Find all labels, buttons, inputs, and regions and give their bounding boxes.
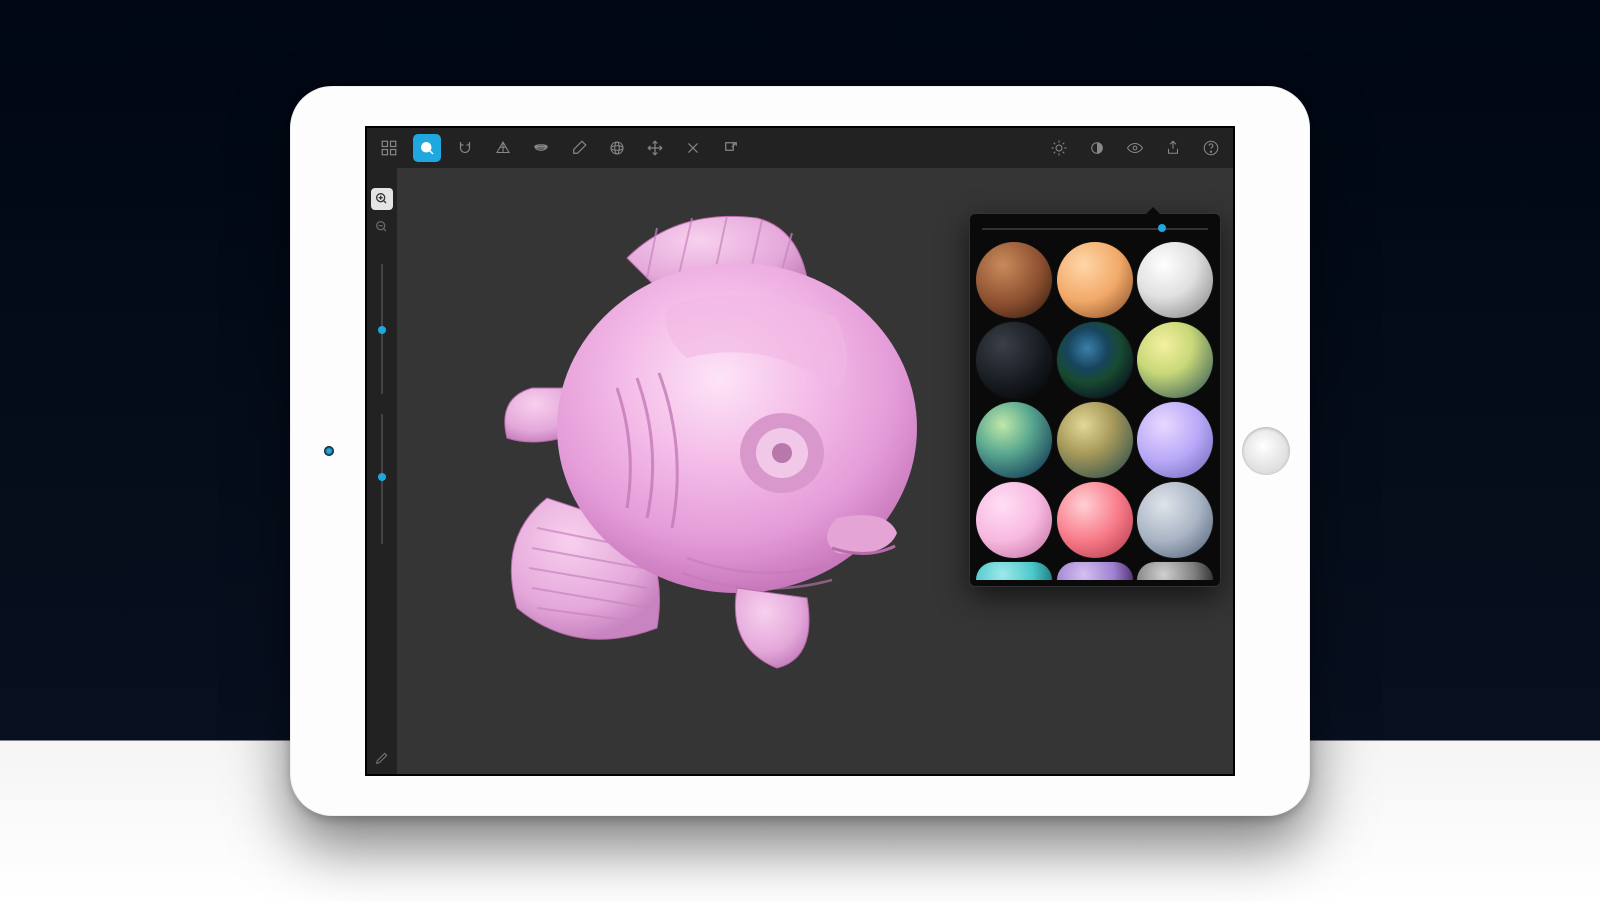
mat-purple[interactable]	[1057, 562, 1133, 580]
mat-bronze[interactable]	[976, 242, 1052, 318]
mat-cyan[interactable]	[976, 562, 1052, 580]
share-icon[interactable]	[1159, 134, 1187, 162]
ipad-device	[290, 86, 1310, 816]
material-popover	[969, 213, 1221, 587]
zoom-in-button[interactable]	[371, 188, 393, 210]
mat-pink[interactable]	[976, 482, 1052, 558]
mat-peach[interactable]	[1057, 242, 1133, 318]
mat-coral[interactable]	[1057, 482, 1133, 558]
material-grid	[976, 242, 1214, 580]
zoom-out-button[interactable]	[371, 216, 393, 238]
material-intensity-slider[interactable]	[982, 222, 1208, 236]
camera-icon	[324, 446, 334, 456]
top-toolbar	[367, 128, 1233, 168]
move-icon[interactable]	[641, 134, 669, 162]
pencil-icon[interactable]	[374, 750, 390, 766]
light-icon[interactable]	[1045, 134, 1073, 162]
mat-teal[interactable]	[976, 402, 1052, 478]
sphere-icon[interactable]	[603, 134, 631, 162]
bowl-icon[interactable]	[527, 134, 555, 162]
mat-gray[interactable]	[1137, 562, 1213, 580]
help-icon[interactable]	[1197, 134, 1225, 162]
sculpt-model	[437, 188, 957, 708]
grid-icon[interactable]	[375, 134, 403, 162]
triangle-icon[interactable]	[489, 134, 517, 162]
search-icon[interactable]	[413, 134, 441, 162]
cross-icon[interactable]	[679, 134, 707, 162]
mat-yellow[interactable]	[1137, 322, 1213, 398]
eraser-icon[interactable]	[565, 134, 593, 162]
mat-olive[interactable]	[1057, 402, 1133, 478]
eye-icon[interactable]	[1121, 134, 1149, 162]
mat-dark[interactable]	[976, 322, 1052, 398]
mat-earth[interactable]	[1057, 322, 1133, 398]
mat-white[interactable]	[1137, 242, 1213, 318]
mat-steel[interactable]	[1137, 482, 1213, 558]
viewport-canvas[interactable]	[397, 168, 1233, 774]
render-icon[interactable]	[1083, 134, 1111, 162]
brush-strength-slider[interactable]	[381, 414, 383, 544]
mat-lavender[interactable]	[1137, 402, 1213, 478]
popover-arrow-icon	[1146, 207, 1160, 214]
left-sidebar	[367, 168, 397, 774]
home-button[interactable]	[1242, 427, 1290, 475]
brush-size-slider[interactable]	[381, 264, 383, 394]
expand-icon[interactable]	[717, 134, 745, 162]
magnet-icon[interactable]	[451, 134, 479, 162]
app-screen	[365, 126, 1235, 776]
